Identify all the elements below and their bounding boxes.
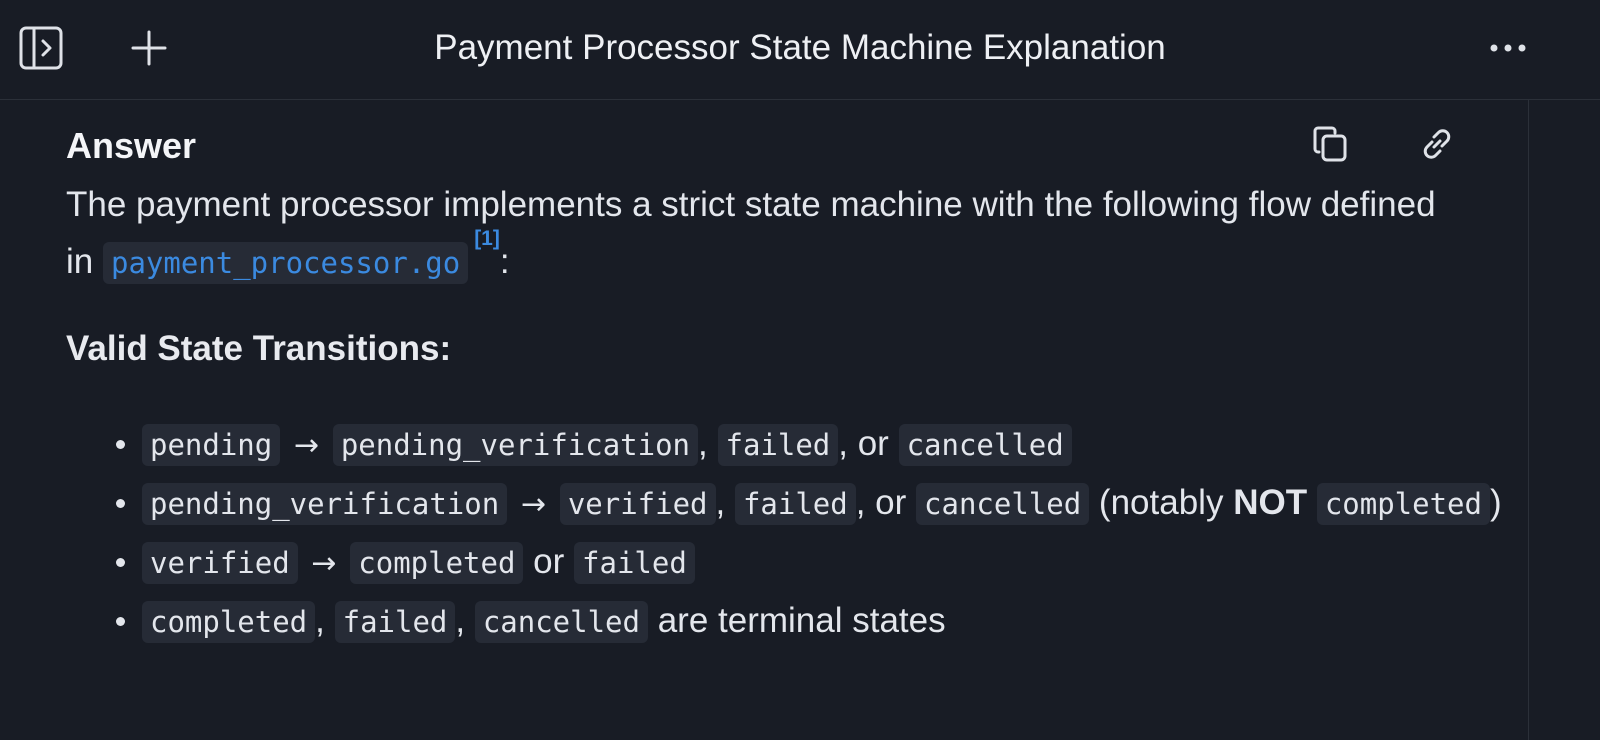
terminal-suffix: are terminal states <box>657 601 946 640</box>
list-item: verified → completed or failed <box>116 533 1502 592</box>
intro-end: : <box>499 242 510 281</box>
state-code: failed <box>717 424 839 466</box>
note-close: ) <box>1489 483 1502 522</box>
state-code: pending <box>142 424 281 466</box>
link-icon <box>1423 129 1451 159</box>
separator: , <box>315 601 325 640</box>
state-code: pending_verification <box>332 424 699 466</box>
citation-link[interactable]: [1] <box>474 227 500 250</box>
state-code: cancelled <box>898 424 1072 466</box>
state-code: failed <box>734 483 856 525</box>
file-link[interactable]: payment_processor.go <box>102 242 469 284</box>
note-open: (notably <box>1098 483 1224 522</box>
state-code: cancelled <box>916 483 1090 525</box>
separator: , or <box>855 483 907 522</box>
separator: , <box>455 601 466 640</box>
note-emphasis: NOT <box>1233 483 1308 522</box>
list-item: pending_verification → verified, failed,… <box>116 474 1502 533</box>
copy-icon <box>1313 126 1347 162</box>
list-item: pending → pending_verification, failed, … <box>116 415 1502 474</box>
arrow: → <box>520 487 547 522</box>
list-item: completed, failed, cancelled are termina… <box>116 592 1502 651</box>
ellipsis-icon <box>1490 44 1526 52</box>
more-options-button[interactable] <box>1484 25 1532 71</box>
state-code: completed <box>142 601 316 643</box>
arrow: → <box>311 546 337 581</box>
state-code: cancelled <box>474 601 648 643</box>
state-code: verified <box>559 483 716 525</box>
state-code: failed <box>334 601 456 643</box>
answer-intro: The payment processor implements a stric… <box>66 176 1456 292</box>
transitions-list: pending → pending_verification, failed, … <box>66 415 1502 651</box>
state-code: pending_verification <box>142 483 508 525</box>
state-code: verified <box>142 542 298 584</box>
copy-button[interactable] <box>1310 122 1352 166</box>
separator: , or <box>838 424 889 463</box>
answer-heading: Answer <box>66 125 197 166</box>
share-link-button[interactable] <box>1416 122 1458 166</box>
state-code: completed <box>1316 483 1490 525</box>
section-heading: Valid State Transitions: <box>66 329 452 368</box>
state-code: failed <box>574 542 695 584</box>
separator: , <box>698 424 708 463</box>
state-code: completed <box>350 542 524 584</box>
separator: or <box>533 542 565 581</box>
top-bar: Payment Processor State Machine Explanat… <box>0 0 1600 100</box>
scroll-divider <box>1528 100 1529 740</box>
page-title: Payment Processor State Machine Explanat… <box>434 28 1166 67</box>
separator: , <box>715 483 726 522</box>
arrow: → <box>293 428 320 463</box>
